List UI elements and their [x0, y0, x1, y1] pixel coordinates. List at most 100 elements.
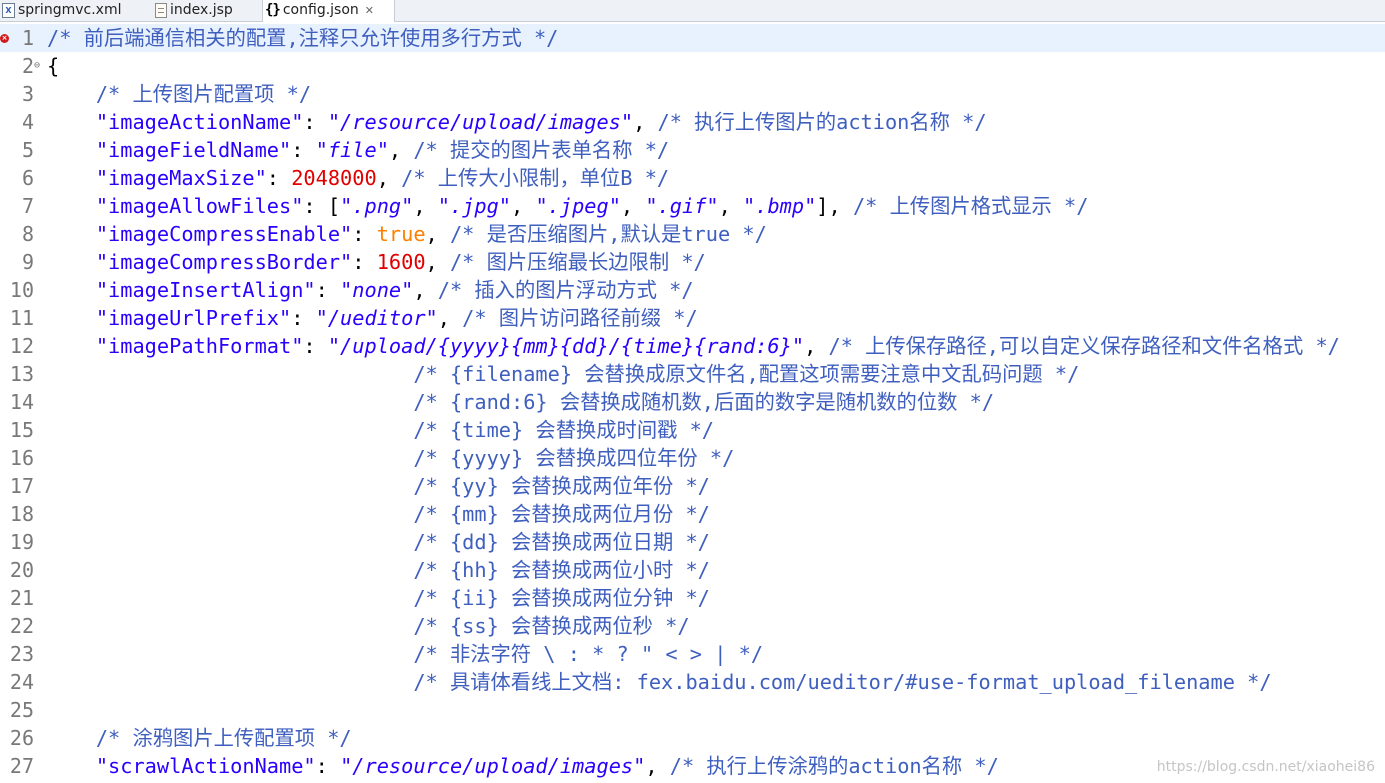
code-token: , — [645, 754, 670, 778]
line-number: 25 — [9, 698, 34, 722]
code-token: : — [303, 110, 328, 134]
code-line[interactable]: 21 /* {ii} 会替换成两位分钟 */ — [0, 584, 1385, 612]
code-line[interactable]: 3 /* 上传图片配置项 */ — [0, 80, 1385, 108]
editor-tab-bar: Xspringmvc.xml index.jsp {} config.json ✕ — [0, 0, 1385, 22]
code-token: , — [437, 306, 463, 330]
code-text: "imageUrlPrefix": "/ueditor", /* 图片访问路径前… — [47, 304, 1385, 332]
code-line[interactable]: 22 /* {ss} 会替换成两位秒 */ — [0, 612, 1385, 640]
line-number: 1 — [21, 26, 34, 50]
code-text: /* {yyyy} 会替换成四位年份 */ — [47, 444, 1385, 472]
code-line[interactable]: 9 "imageCompressBorder": 1600, /* 图片压缩最长… — [0, 248, 1385, 276]
code-text: "imageMaxSize": 2048000, /* 上传大小限制，单位B *… — [47, 164, 1385, 192]
code-text: "imageFieldName": "file", /* 提交的图片表单名称 *… — [47, 136, 1385, 164]
code-line[interactable]: 6 "imageMaxSize": 2048000, /* 上传大小限制，单位B… — [0, 164, 1385, 192]
fold-icon[interactable]: ⊖ — [34, 61, 40, 71]
code-text: "imageActionName": "/resource/upload/ima… — [47, 108, 1385, 136]
code-token: , — [804, 334, 829, 358]
code-text: { — [47, 52, 1385, 80]
line-number: 11 — [9, 306, 34, 330]
code-text: "imageCompressEnable": true, /* 是否压缩图片,默… — [47, 220, 1385, 248]
code-line[interactable]: 23 /* 非法字符 \ : * ? " < > | */ — [0, 640, 1385, 668]
code-token: : — [352, 222, 377, 246]
code-token: /* 执行上传涂鸦的action名称 */ — [669, 754, 999, 778]
code-token: /* 上传图片格式显示 */ — [852, 194, 1089, 218]
code-line[interactable]: 20 /* {hh} 会替换成两位小时 */ — [0, 556, 1385, 584]
code-token: /* {filename} 会替换成原文件名,配置这项需要注意中文乱码问题 */ — [413, 362, 1080, 386]
code-line[interactable]: 16 /* {yyyy} 会替换成四位年份 */ — [0, 444, 1385, 472]
tab-index-jsp[interactable]: index.jsp — [153, 0, 261, 21]
code-token: /* {ii} 会替换成两位分钟 */ — [413, 586, 710, 610]
line-number: 5 — [21, 138, 34, 162]
code-editor[interactable]: × 1/* 前后端通信相关的配置,注释只允许使用多行方式 */⊖ 2{3 /* 上传… — [0, 21, 1385, 783]
line-number: 23 — [9, 642, 34, 666]
line-number: 8 — [21, 222, 34, 246]
line-number: 7 — [21, 194, 34, 218]
code-token: , — [620, 194, 646, 218]
code-text: /* {dd} 会替换成两位日期 */ — [47, 528, 1385, 556]
code-token: "imageCompressEnable" — [95, 222, 353, 246]
code-line[interactable]: 14 /* {rand:6} 会替换成随机数,后面的数字是随机数的位数 */ — [0, 388, 1385, 416]
code-token: "imageUrlPrefix" — [95, 306, 292, 330]
line-number: 4 — [21, 110, 34, 134]
code-token: : — [315, 278, 341, 302]
line-number: 26 — [9, 726, 34, 750]
code-line[interactable]: ⊖ 2 { — [0, 52, 1385, 80]
code-line[interactable]: × 1/* 前后端通信相关的配置,注释只允许使用多行方式 */ — [0, 24, 1385, 52]
code-line[interactable]: 18 /* {mm} 会替换成两位月份 */ — [0, 500, 1385, 528]
close-tab-icon[interactable]: ✕ — [365, 4, 374, 17]
code-line[interactable]: 12 "imagePathFormat": "/upload/{yyyy}{mm… — [0, 332, 1385, 360]
code-token: /* {dd} 会替换成两位日期 */ — [413, 530, 710, 554]
code-token: : [ — [303, 194, 341, 218]
code-line[interactable]: 24 /* 具请体看线上文档: fex.baidu.com/ueditor/#u… — [0, 668, 1385, 696]
code-line[interactable]: 4 "imageActionName": "/resource/upload/i… — [0, 108, 1385, 136]
code-token: /* 非法字符 \ : * ? " < > | */ — [413, 642, 764, 666]
code-text: "imageCompressBorder": 1600, /* 图片压缩最长边限… — [47, 248, 1385, 276]
code-token: /* 插入的图片浮动方式 */ — [437, 278, 694, 302]
code-token: /* {rand:6} 会替换成随机数,后面的数字是随机数的位数 */ — [413, 390, 995, 414]
code-line[interactable]: 19 /* {dd} 会替换成两位日期 */ — [0, 528, 1385, 556]
json-file-icon: {} — [265, 2, 281, 18]
code-token: /* 图片访问路径前缀 */ — [462, 306, 698, 330]
code-text: /* {time} 会替换成时间戳 */ — [47, 416, 1385, 444]
code-text: /* {yy} 会替换成两位年份 */ — [47, 472, 1385, 500]
line-number: 2 — [21, 54, 34, 78]
line-number: 16 — [9, 446, 34, 470]
line-number: 14 — [9, 390, 34, 414]
code-line[interactable]: 5 "imageFieldName": "file", /* 提交的图片表单名称… — [0, 136, 1385, 164]
code-token: "imageInsertAlign" — [95, 278, 316, 302]
code-line[interactable]: 26 /* 涂鸦图片上传配置项 */ — [0, 724, 1385, 752]
code-line[interactable]: 11 "imageUrlPrefix": "/ueditor", /* 图片访问… — [0, 304, 1385, 332]
code-token: "imageActionName" — [95, 110, 304, 134]
code-token: : — [291, 138, 316, 162]
code-token: /* 上传大小限制，单位B */ — [401, 166, 670, 190]
code-line[interactable]: 8 "imageCompressEnable": true, /* 是否压缩图片… — [0, 220, 1385, 248]
code-token: "imagePathFormat" — [95, 334, 304, 358]
tab-config-json[interactable]: {} config.json ✕ — [262, 0, 395, 22]
code-line[interactable]: 10 "imageInsertAlign": "none", /* 插入的图片浮… — [0, 276, 1385, 304]
line-number: 6 — [21, 166, 34, 190]
code-line[interactable]: 15 /* {time} 会替换成时间戳 */ — [0, 416, 1385, 444]
code-line[interactable]: 17 /* {yy} 会替换成两位年份 */ — [0, 472, 1385, 500]
code-token: ".bmp" — [743, 194, 817, 218]
code-token: : — [266, 166, 292, 190]
code-token: /* {yyyy} 会替换成四位年份 */ — [413, 446, 735, 470]
code-token: "none" — [340, 278, 414, 302]
code-line[interactable]: 25 — [0, 696, 1385, 724]
tab-springmvc-xml[interactable]: Xspringmvc.xml — [0, 0, 140, 21]
code-token: { — [47, 54, 60, 78]
line-number: 21 — [9, 586, 34, 610]
xml-file-icon: X — [2, 2, 15, 18]
code-token: , — [633, 110, 658, 134]
code-token: , — [718, 194, 744, 218]
code-token: , — [413, 194, 438, 218]
code-token: ".gif" — [645, 194, 719, 218]
code-token: /* 前后端通信相关的配置,注释只允许使用多行方式 */ — [47, 26, 559, 50]
code-token: /* 上传保存路径,可以自定义保存路径和文件名格式 */ — [828, 334, 1340, 358]
code-text: /* {mm} 会替换成两位月份 */ — [47, 500, 1385, 528]
line-number: 20 — [9, 558, 34, 582]
code-line[interactable]: 7 "imageAllowFiles": [".png", ".jpg", ".… — [0, 192, 1385, 220]
code-line[interactable]: 13 /* {filename} 会替换成原文件名,配置这项需要注意中文乱码问题… — [0, 360, 1385, 388]
